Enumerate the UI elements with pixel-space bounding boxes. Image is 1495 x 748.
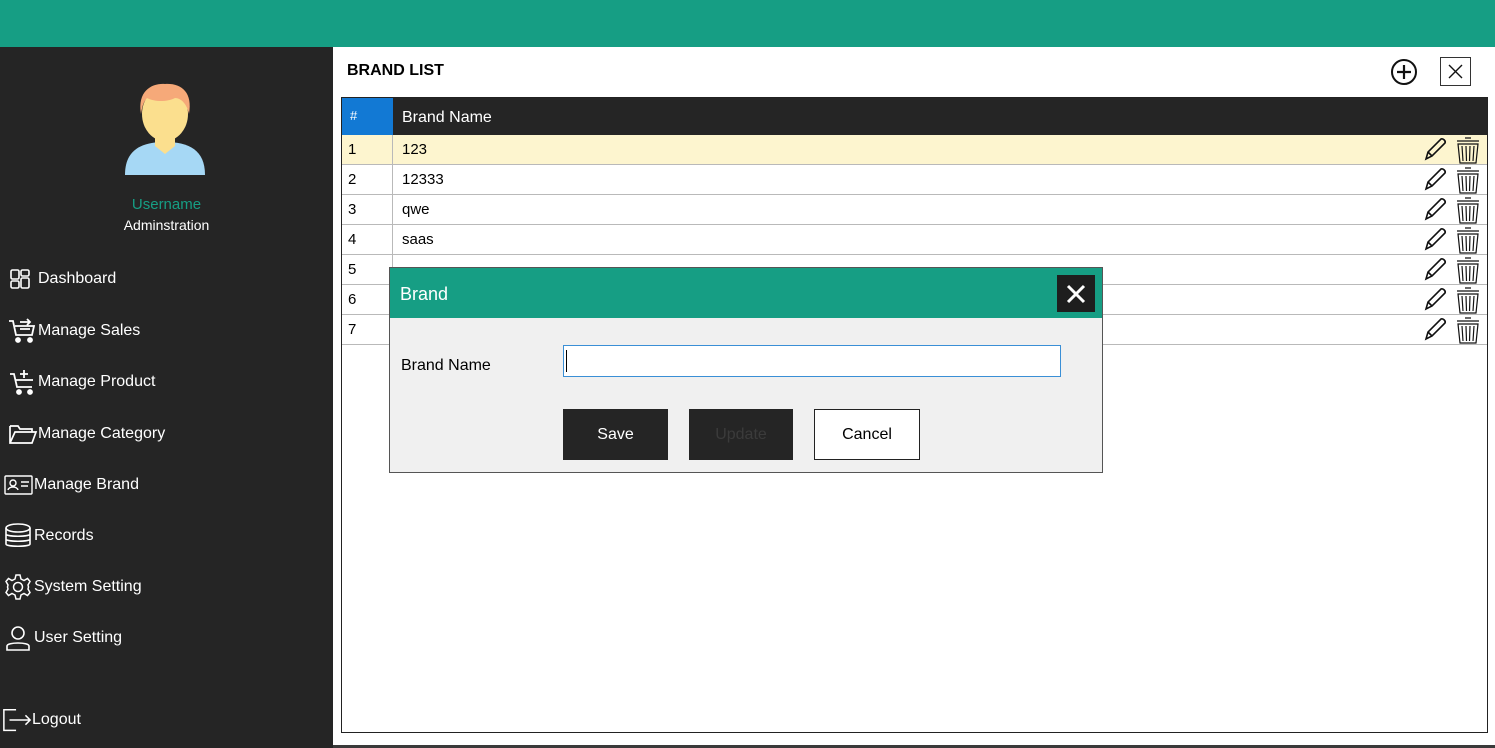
cancel-button[interactable]: Cancel <box>814 409 920 460</box>
nav-records[interactable]: Records <box>4 521 94 551</box>
row-number: 5 <box>342 255 393 284</box>
dialog-close-button[interactable] <box>1057 275 1095 312</box>
sidebar: Username Adminstration Dashboard Manage … <box>0 47 333 748</box>
table-row[interactable]: 1 123 <box>342 135 1487 165</box>
nav-label: Manage Product <box>38 373 156 390</box>
delete-trash-icon[interactable] <box>1452 255 1484 284</box>
edit-pencil-icon[interactable] <box>1421 256 1449 283</box>
save-button[interactable]: Save <box>563 409 668 460</box>
table-row[interactable]: 4 saas <box>342 225 1487 255</box>
dashboard-icon <box>8 266 38 292</box>
database-icon <box>4 523 34 549</box>
delete-trash-icon[interactable] <box>1452 165 1484 194</box>
nav-manage-brand[interactable]: Manage Brand <box>4 470 139 500</box>
text-caret <box>566 350 567 372</box>
row-brand-name: 12333 <box>402 171 444 188</box>
nav-label: System Setting <box>34 578 142 595</box>
nav-label: Records <box>34 527 94 544</box>
brand-dialog: Brand Brand Name Save Update Cancel <box>389 267 1103 473</box>
row-number: 4 <box>342 225 393 254</box>
user-avatar-icon <box>125 83 205 175</box>
row-number: 2 <box>342 165 393 194</box>
close-page-button[interactable] <box>1440 57 1471 86</box>
row-number: 6 <box>342 285 393 314</box>
nav-label: Manage Category <box>38 425 166 442</box>
nav-logout[interactable]: Logout <box>2 705 81 735</box>
add-brand-icon[interactable] <box>1390 58 1418 86</box>
page-title: BRAND LIST <box>347 62 444 79</box>
nav-user-setting[interactable]: User Setting <box>4 623 122 653</box>
edit-pencil-icon[interactable] <box>1421 286 1449 313</box>
nav-manage-category[interactable]: Manage Category <box>8 419 165 449</box>
table-row[interactable]: 2 12333 <box>342 165 1487 195</box>
row-brand-name: 123 <box>402 141 428 158</box>
edit-pencil-icon[interactable] <box>1421 166 1449 193</box>
column-header-number[interactable]: # <box>342 98 393 135</box>
top-bar <box>0 0 1495 47</box>
column-header-brand-name[interactable]: Brand Name <box>393 98 492 135</box>
logout-icon <box>2 707 32 733</box>
row-brand-name: qwe <box>402 201 430 218</box>
id-card-icon <box>4 472 34 498</box>
row-number: 7 <box>342 315 393 344</box>
user-icon <box>4 625 34 651</box>
row-brand-name: saas <box>402 231 434 248</box>
brand-name-input[interactable] <box>563 345 1061 377</box>
table-header: # Brand Name <box>342 98 1487 135</box>
delete-trash-icon[interactable] <box>1452 285 1484 314</box>
delete-trash-icon[interactable] <box>1452 195 1484 224</box>
edit-pencil-icon[interactable] <box>1421 136 1449 163</box>
edit-pencil-icon[interactable] <box>1421 196 1449 223</box>
update-button[interactable]: Update <box>689 409 793 460</box>
nav-label: Manage Sales <box>38 322 141 339</box>
nav-system-setting[interactable]: System Setting <box>4 572 142 602</box>
nav-dashboard[interactable]: Dashboard <box>8 264 116 294</box>
delete-trash-icon[interactable] <box>1452 225 1484 254</box>
close-icon <box>1066 284 1086 303</box>
folder-icon <box>8 421 38 447</box>
nav-label: Logout <box>32 711 81 728</box>
table-row[interactable]: 3 qwe <box>342 195 1487 225</box>
nav-label: User Setting <box>34 629 123 646</box>
delete-trash-icon[interactable] <box>1452 315 1484 344</box>
cart-plus-icon <box>8 369 38 395</box>
nav-label: Manage Brand <box>34 476 139 493</box>
username: Username <box>131 196 202 213</box>
brand-name-label: Brand Name <box>401 357 491 374</box>
close-icon <box>1448 64 1463 79</box>
cart-arrow-icon <box>8 318 38 344</box>
nav-manage-sales[interactable]: Manage Sales <box>8 316 140 346</box>
nav-label: Dashboard <box>38 270 117 287</box>
user-role: Adminstration <box>123 217 210 233</box>
nav-manage-product[interactable]: Manage Product <box>8 367 155 397</box>
delete-trash-icon[interactable] <box>1452 135 1484 164</box>
dialog-title: Brand <box>400 284 449 304</box>
row-number: 1 <box>342 135 393 164</box>
edit-pencil-icon[interactable] <box>1421 316 1449 343</box>
gear-icon <box>4 574 34 600</box>
row-number: 3 <box>342 195 393 224</box>
dialog-title-bar[interactable]: Brand <box>390 268 1102 318</box>
edit-pencil-icon[interactable] <box>1421 226 1449 253</box>
